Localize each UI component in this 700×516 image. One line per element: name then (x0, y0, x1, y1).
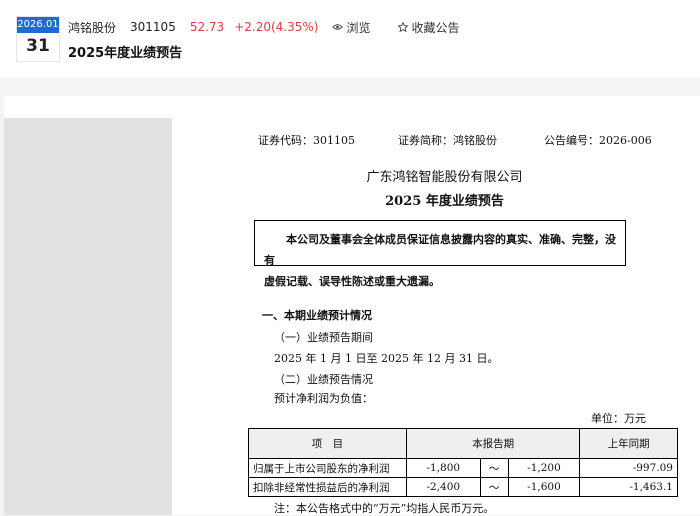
favorite-label: 收藏公告 (411, 20, 460, 35)
forecast-table: 项 目 本报告期 上年同期 归属于上市公司股东的净利润 -1,800 ～ -1,… (248, 428, 678, 497)
stock-code: 301105 (130, 20, 176, 34)
viewer-sidebar (4, 118, 172, 515)
row-high: -1,200 (507, 458, 581, 478)
table-row: 扣除非经常性损益后的净利润 -2,400 ～ -1,600 -1,463.1 (248, 477, 678, 497)
table-header-row: 项 目 本报告期 上年同期 (248, 428, 678, 459)
row-high: -1,600 (507, 477, 581, 497)
subsection-period: （一）业绩预告期间 (274, 331, 373, 344)
row-item: 扣除非经常性损益后的净利润 (248, 477, 407, 497)
row-tilde: ～ (479, 458, 509, 478)
row-last: -997.09 (579, 458, 678, 478)
header-item: 项 目 (248, 428, 407, 459)
date-month: 2026.01 (17, 17, 59, 33)
document-title: 2025 年度业绩预告 (385, 194, 504, 209)
unit-label: 单位：万元 (591, 412, 646, 425)
pdf-viewer[interactable]: 证券代码：301105 证券简称：鸿铭股份 公告编号：2026-006 广东鸿铭… (4, 96, 700, 515)
stock-price: 52.73 (189, 20, 225, 34)
row-low: -2,400 (405, 477, 481, 497)
price-change: +2.20(4.35%) (234, 20, 319, 34)
stock-info-row: 鸿铭股份 301105 52.73 +2.20(4.35%) 浏览 收藏公告 (68, 18, 487, 36)
disclaimer-box: 本公司及董事会全体成员保证信息披露内容的真实、准确、完整，没有 虚假记载、误导性… (254, 220, 626, 288)
header-last-year: 上年同期 (579, 428, 678, 459)
date-badge: 2026.01 31 (16, 16, 60, 62)
security-abbr: 证券简称：鸿铭股份 (398, 134, 497, 147)
page-title: 2025年度业绩预告 (68, 46, 183, 61)
period-text: 2025 年 1 月 1 日至 2025 年 12 月 31 日。 (274, 352, 499, 365)
disclaimer-line-1: 本公司及董事会全体成员保证信息披露内容的真实、准确、完整，没有 (264, 233, 616, 267)
row-last: -1,463.1 (579, 477, 678, 497)
header-current-period: 本报告期 (405, 428, 581, 459)
disclaimer-line-2: 虚假记载、误导性陈述或重大遗漏。 (264, 275, 440, 288)
row-item: 归属于上市公司股东的净利润 (248, 458, 407, 478)
star-icon (398, 22, 409, 32)
announcement-header: 2026.01 31 鸿铭股份 301105 52.73 +2.20(4.35%… (0, 0, 700, 78)
stock-name-link[interactable]: 鸿铭股份 (68, 19, 116, 36)
favorite-button[interactable]: 收藏公告 (398, 19, 473, 36)
announcement-number: 公告编号：2026-006 (544, 134, 652, 147)
section-heading: 一、本期业绩预计情况 (262, 309, 372, 322)
eye-icon (332, 24, 344, 30)
browse-label: 浏览 (346, 20, 371, 35)
document-page: 证券代码：301105 证券简称：鸿铭股份 公告编号：2026-006 广东鸿铭… (172, 96, 700, 515)
company-name: 广东鸿铭智能股份有限公司 (366, 170, 523, 185)
date-day: 31 (26, 36, 50, 56)
browse-button[interactable]: 浏览 (332, 19, 384, 36)
subsection-forecast: （二）业绩预告情况 (274, 373, 373, 386)
security-code: 证券代码：301105 (258, 134, 355, 147)
row-tilde: ～ (479, 477, 509, 497)
row-low: -1,800 (405, 458, 481, 478)
table-row: 归属于上市公司股东的净利润 -1,800 ～ -1,200 -997.09 (248, 458, 678, 478)
footnote: 注：本公告格式中的“万元”均指人民币万元。 (274, 502, 495, 515)
forecast-text: 预计净利润为负值： (274, 392, 373, 405)
